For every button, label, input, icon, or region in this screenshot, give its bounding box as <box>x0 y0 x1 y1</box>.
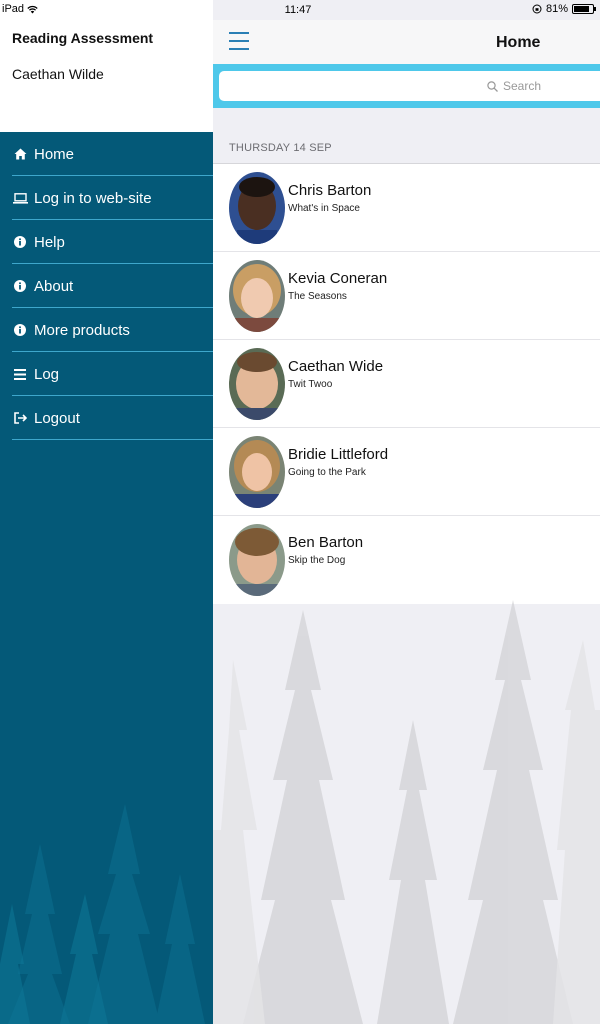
forest-background <box>213 600 600 1024</box>
book-title: Skip the Dog <box>288 555 346 566</box>
menu-label: Home <box>34 145 75 163</box>
book-title: Twit Twoo <box>288 379 333 390</box>
home-icon <box>12 146 28 162</box>
main-panel: Search THURSDAY 14 SEP Chris Barton What… <box>213 0 600 1024</box>
list-item[interactable]: Caethan Wide Twit Twoo <box>213 340 600 428</box>
sign-out-icon <box>12 410 28 426</box>
menu-item-log[interactable]: Log <box>0 352 213 396</box>
menu-item-login-website[interactable]: Log in to web-site <box>0 176 213 220</box>
battery: 81% <box>532 3 596 15</box>
list-item[interactable]: Chris Barton What's in Space <box>213 164 600 252</box>
avatar <box>229 348 285 420</box>
drawer-menu: Home Log in to web-site Help About More … <box>0 132 213 440</box>
student-name: Bridie Littleford <box>288 446 389 463</box>
current-user: Caethan Wilde <box>12 66 104 82</box>
page-title-text: Home <box>496 34 541 51</box>
book-title: What's in Space <box>288 203 360 214</box>
avatar <box>229 436 285 508</box>
list-item[interactable]: Kevia Coneran The Seasons <box>213 252 600 340</box>
nav-bar <box>213 20 600 64</box>
battery-percent: 81% <box>545 3 568 15</box>
menu-icon[interactable] <box>229 32 249 50</box>
section-date: THURSDAY 14 SEP <box>229 142 332 154</box>
menu-label: Log <box>34 365 60 383</box>
student-name: Kevia Coneran <box>288 270 388 287</box>
status-time: 11:47 <box>284 4 312 16</box>
orientation-lock-icon <box>532 4 542 14</box>
info-icon <box>12 234 28 250</box>
menu-label: More products <box>34 321 130 339</box>
search-bar: Search <box>213 64 600 108</box>
avatar <box>229 524 285 596</box>
avatar <box>229 260 285 332</box>
info-icon <box>12 278 28 294</box>
list-item[interactable]: Bridie Littleford Going to the Park <box>213 428 600 516</box>
list-item[interactable]: Ben Barton Skip the Dog <box>213 516 600 604</box>
menu-label: Log in to web-site <box>34 189 152 207</box>
student-name: Chris Barton <box>288 182 372 199</box>
app-title: Reading Assessment <box>12 30 154 46</box>
menu-item-about[interactable]: About <box>0 264 213 308</box>
book-title: Going to the Park <box>288 467 366 478</box>
status-bar: iPad 11:47 81% <box>0 0 600 20</box>
menu-label: About <box>34 277 74 295</box>
side-drawer: Reading Assessment Caethan Wilde Home Lo… <box>0 0 213 1024</box>
menu-item-home[interactable]: Home <box>0 132 213 176</box>
info-icon <box>12 322 28 338</box>
student-name: Caethan Wide <box>288 358 384 375</box>
menu-item-more-products[interactable]: More products <box>0 308 213 352</box>
list-icon <box>12 366 28 382</box>
battery-icon <box>572 4 596 14</box>
menu-item-logout[interactable]: Logout <box>0 396 213 440</box>
avatar <box>229 172 285 244</box>
search-input[interactable]: Search <box>219 71 600 101</box>
menu-label: Help <box>34 233 65 251</box>
laptop-icon <box>12 190 28 206</box>
search-icon <box>487 80 498 92</box>
student-name: Ben Barton <box>288 534 364 551</box>
menu-label: Logout <box>34 409 80 427</box>
student-list: Chris Barton What's in Space Kevia Coner… <box>213 163 600 604</box>
section-header: THURSDAY 14 SEP <box>213 108 600 163</box>
book-title: The Seasons <box>288 291 347 302</box>
menu-item-help[interactable]: Help <box>0 220 213 264</box>
search-placeholder: Search <box>503 79 542 93</box>
forest-background <box>0 804 205 1024</box>
